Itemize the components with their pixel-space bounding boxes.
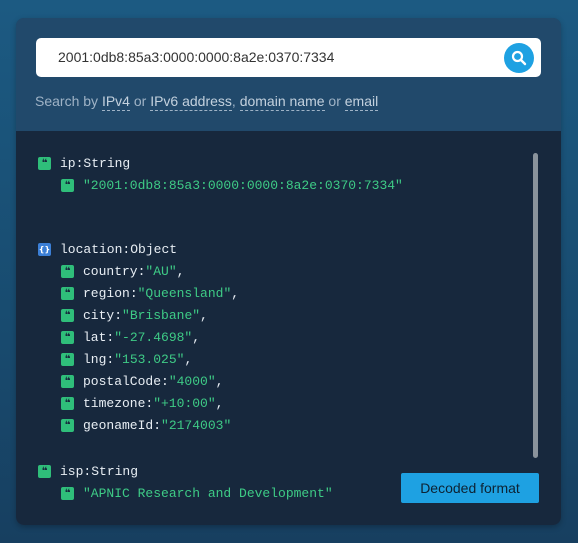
- field-key: country: [83, 263, 138, 279]
- field-value: "AU": [145, 263, 177, 279]
- comma: ,: [200, 307, 208, 323]
- isp-row: ❝ isp: String: [38, 462, 138, 480]
- hint-text: or: [129, 93, 151, 109]
- comma: ,: [184, 351, 193, 367]
- comma: ,: [215, 373, 224, 389]
- field-value: "4000": [168, 373, 216, 389]
- field-key: geonameId: [83, 417, 154, 433]
- field-key: postalCode: [83, 373, 162, 389]
- ip-type: String: [83, 155, 131, 171]
- location-field-row: ❝ country: "AU",: [61, 262, 184, 280]
- colon: :: [122, 241, 131, 257]
- comma: ,: [176, 263, 185, 279]
- lookup-card: 2001:0db8:85a3:0000:0000:8a2e:0370:7334 …: [16, 18, 561, 525]
- result-panel: ❝ ip: String ❝ "2001:0db8:85a3:0000:0000…: [16, 131, 561, 525]
- decoded-format-button[interactable]: Decoded format: [401, 473, 539, 503]
- location-field-row: ❝ lat: "-27.4698",: [61, 328, 200, 346]
- field-key: city: [83, 307, 115, 323]
- comma: ,: [192, 329, 201, 345]
- colon: :: [153, 417, 162, 433]
- field-value: "153.025": [114, 351, 185, 367]
- scrollbar[interactable]: [533, 153, 538, 458]
- string-type-icon: ❝: [61, 286, 74, 300]
- location-type: Object: [130, 241, 178, 257]
- colon: :: [106, 329, 115, 345]
- colon: :: [145, 395, 154, 411]
- string-type-icon: ❝: [61, 264, 74, 278]
- hint-text: or: [324, 93, 345, 109]
- field-key: timezone: [83, 395, 146, 411]
- string-type-icon: ❝: [61, 178, 74, 192]
- field-value: "-27.4698": [114, 329, 193, 345]
- location-field-row: ❝ postalCode: "4000",: [61, 372, 223, 390]
- hint-text: ,: [231, 93, 240, 109]
- ip-row: ❝ ip: String: [38, 154, 130, 172]
- isp-value-row: ❝ "APNIC Research and Development": [61, 484, 333, 502]
- field-value: "+10:00": [153, 395, 216, 411]
- location-key: location: [60, 241, 123, 257]
- search-icon: [511, 50, 527, 66]
- colon: :: [137, 263, 146, 279]
- field-key: region: [83, 285, 130, 301]
- search-area: 2001:0db8:85a3:0000:0000:8a2e:0370:7334 …: [16, 18, 561, 131]
- field-key: lat: [83, 329, 107, 345]
- location-field-row: ❝ lng: "153.025",: [61, 350, 192, 368]
- domain-link[interactable]: domain name: [239, 93, 325, 111]
- comma: ,: [215, 395, 224, 411]
- colon: :: [75, 155, 84, 171]
- location-row: {} location: Object: [38, 240, 177, 258]
- string-type-icon: ❝: [38, 156, 51, 170]
- field-key: lng: [83, 351, 107, 367]
- string-type-icon: ❝: [61, 396, 74, 410]
- colon: :: [129, 285, 138, 301]
- colon: :: [106, 351, 115, 367]
- field-value: "2174003": [161, 417, 232, 433]
- field-value: "Brisbane": [122, 307, 201, 323]
- object-type-icon: {}: [38, 242, 51, 256]
- colon: :: [83, 463, 92, 479]
- string-type-icon: ❝: [61, 308, 74, 322]
- search-input[interactable]: 2001:0db8:85a3:0000:0000:8a2e:0370:7334: [58, 49, 334, 65]
- search-hint: Search by IPv4 or IPv6 address, domain n…: [35, 93, 379, 111]
- email-link[interactable]: email: [344, 93, 379, 111]
- colon: :: [114, 307, 123, 323]
- comma: ,: [231, 285, 240, 301]
- string-type-icon: ❝: [38, 464, 51, 478]
- ip-value-row: ❝ "2001:0db8:85a3:0000:0000:8a2e:0370:73…: [61, 176, 403, 194]
- ipv4-link[interactable]: IPv4: [101, 93, 130, 111]
- ipv6-link[interactable]: IPv6 address: [150, 93, 232, 111]
- ip-value: "2001:0db8:85a3:0000:0000:8a2e:0370:7334…: [83, 177, 403, 193]
- colon: :: [161, 373, 169, 389]
- hint-text: Search by: [35, 93, 102, 109]
- isp-key: isp: [60, 463, 84, 479]
- string-type-icon: ❝: [61, 486, 74, 500]
- isp-value: "APNIC Research and Development": [83, 485, 333, 501]
- search-button[interactable]: [504, 43, 534, 73]
- string-type-icon: ❝: [61, 330, 74, 344]
- location-field-row: ❝ region: "Queensland",: [61, 284, 239, 302]
- isp-type: String: [91, 463, 139, 479]
- field-value: "Queensland": [137, 285, 232, 301]
- location-field-row: ❝ geonameId: "2174003": [61, 416, 231, 434]
- location-field-row: ❝ city: "Brisbane",: [61, 306, 208, 324]
- location-field-row: ❝ timezone: "+10:00",: [61, 394, 223, 412]
- string-type-icon: ❝: [61, 418, 74, 432]
- ip-key: ip: [60, 155, 76, 171]
- string-type-icon: ❝: [61, 374, 74, 388]
- search-box[interactable]: 2001:0db8:85a3:0000:0000:8a2e:0370:7334: [36, 38, 541, 77]
- string-type-icon: ❝: [61, 352, 74, 366]
